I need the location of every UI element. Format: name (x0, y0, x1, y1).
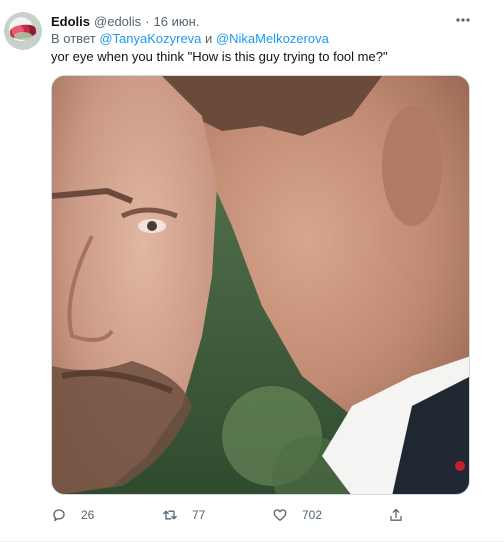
reply-prefix: В ответ (51, 31, 96, 46)
tweet-text: yor eye when you think "How is this guy … (51, 49, 388, 64)
mention-link-2[interactable]: @NikaMelkozerova (216, 31, 329, 46)
more-options-button[interactable] (452, 9, 474, 31)
avatar[interactable] (4, 12, 42, 50)
retweet-icon (163, 510, 177, 520)
like-count: 702 (302, 508, 323, 522)
tweet-date[interactable]: 16 июн. (154, 14, 200, 29)
reply-context: В ответ @TanyaKozyreva и @NikaMelkozerov… (51, 31, 329, 46)
share-button[interactable] (388, 505, 404, 525)
reply-count: 26 (81, 508, 95, 522)
retweet-count: 77 (192, 508, 206, 522)
author-handle[interactable]: @edolis (94, 14, 141, 29)
reply-icon (53, 509, 65, 522)
more-horizontal-icon (456, 18, 470, 22)
tweet-header: Edolis @edolis · 16 июн. (51, 12, 199, 30)
like-button[interactable]: 702 (272, 505, 322, 525)
reply-button[interactable]: 26 (51, 505, 94, 525)
heart-icon (273, 509, 287, 521)
tweet[interactable]: Edolis @edolis · 16 июн. В ответ @TanyaK… (0, 0, 504, 542)
author-name[interactable]: Edolis (51, 14, 90, 29)
tweet-photo[interactable] (51, 75, 470, 495)
photo-image (52, 76, 469, 494)
reply-conjunction: и (205, 31, 213, 46)
mention-link-1[interactable]: @TanyaKozyreva (99, 31, 201, 46)
tweet-actions: 26 77 702 (51, 505, 471, 525)
retweet-button[interactable]: 77 (162, 505, 205, 525)
share-icon (390, 508, 402, 521)
header-separator: · (145, 13, 150, 29)
